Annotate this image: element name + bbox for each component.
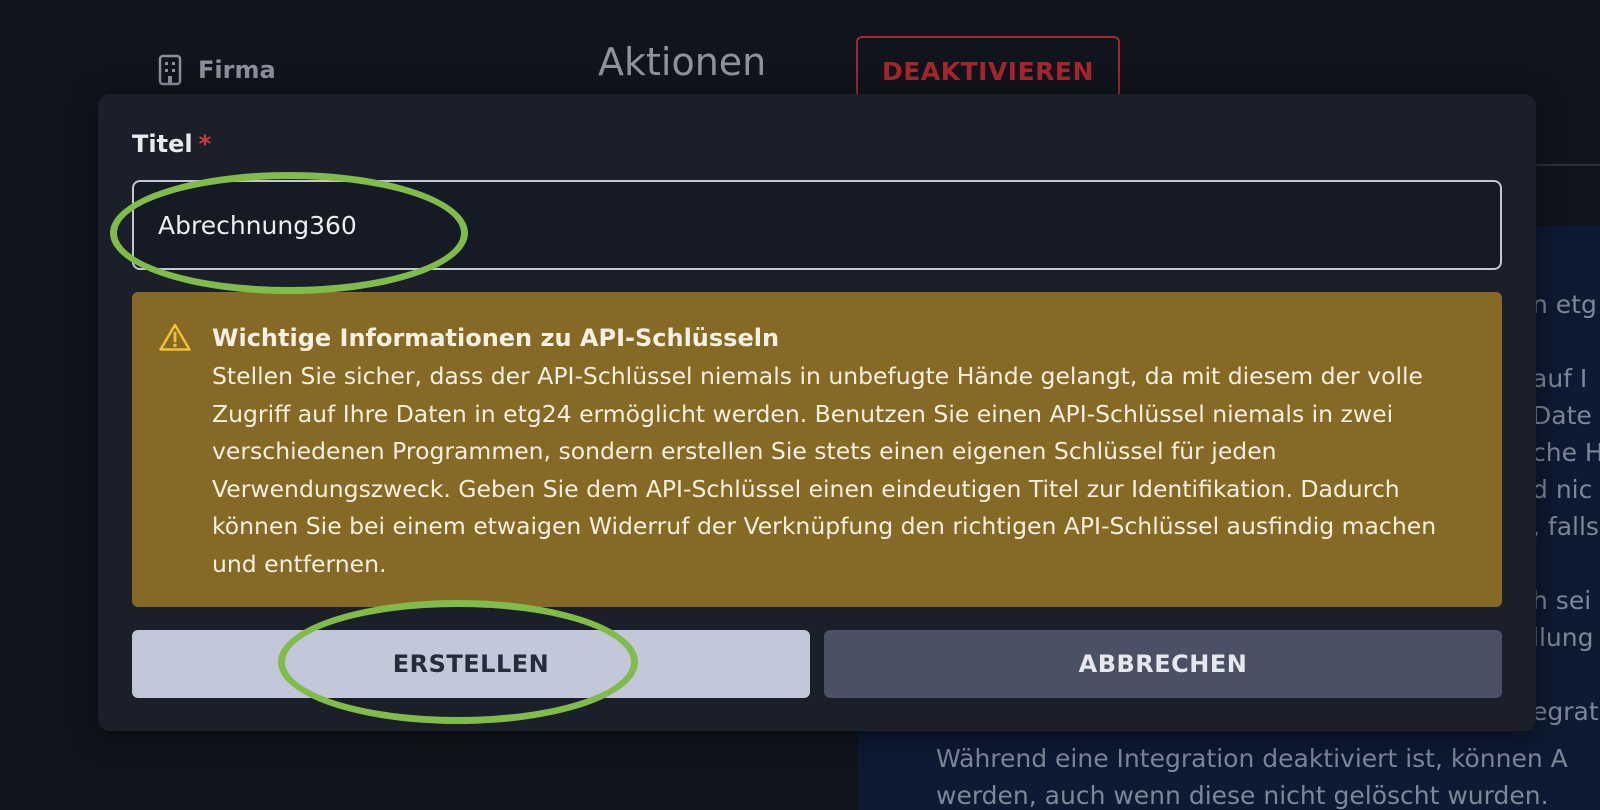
cancel-button[interactable]: ABBRECHEN [824,630,1502,698]
title-label-text: Titel [132,130,193,158]
warning-title: Wichtige Informationen zu API-Schlüsseln [212,324,780,352]
background-topbar: Firma Aktionen DEAKTIVIEREN [0,0,1600,106]
title-field-label: Titel * [132,130,211,158]
info-fragment: egrat [1532,697,1599,726]
nav-item-company[interactable]: Firma [158,54,276,86]
building-icon [158,54,182,86]
background-divider [1536,164,1600,166]
background-info-bottom: Während eine Integration deaktiviert ist… [936,740,1568,810]
warning-text: Stellen Sie sicher, dass der API-Schlüss… [212,362,1437,578]
info-line: Während eine Integration deaktiviert ist… [936,744,1568,773]
create-button[interactable]: ERSTELLEN [132,630,810,698]
warning-icon [159,323,191,351]
info-fragment: , falls [1532,512,1599,541]
info-fragment: Date [1532,401,1592,430]
background-info-fragments: n etg auf I Date che H d nic , falls h s… [1532,286,1600,730]
actions-heading: Aktionen [598,40,767,84]
info-fragment: n etg [1532,290,1597,319]
info-fragment: h sei [1532,586,1592,615]
create-api-key-modal: Titel* Wichtige Informationen zu API-Sch… [98,94,1536,731]
info-fragment: llung [1532,623,1594,652]
title-input[interactable] [132,180,1502,270]
nav-item-company-label: Firma [198,56,276,84]
api-key-warning: Wichtige Informationen zu API-Schlüsseln… [132,292,1502,607]
info-fragment: d nic [1532,475,1593,504]
page: Firma Aktionen DEAKTIVIEREN n etg auf I … [0,0,1600,810]
info-line: werden, auch wenn diese nicht gelöscht w… [936,781,1549,810]
info-fragment: auf I [1532,364,1588,393]
required-marker: * [198,130,212,158]
info-fragment: che H [1532,438,1600,467]
